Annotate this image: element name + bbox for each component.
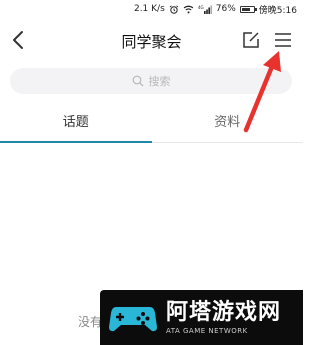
watermark-subtitle: ATA GAME NETWORK — [166, 326, 248, 335]
watermark-text: 阿塔游戏网 ATA GAME NETWORK — [166, 300, 281, 336]
network-type: 4G — [198, 5, 204, 10]
wifi-icon — [183, 5, 194, 14]
menu-icon[interactable] — [273, 30, 293, 50]
search-placeholder: 搜索 — [148, 75, 171, 88]
edit-icon[interactable] — [241, 30, 261, 50]
annotation-arrow-icon — [243, 51, 281, 133]
empty-state-text: 没有 — [78, 315, 103, 329]
watermark-logo: 阿塔游戏网 ATA GAME NETWORK — [100, 290, 303, 345]
battery-percent: 76% — [215, 4, 236, 14]
clock: 傍晚5:16 — [258, 5, 297, 16]
network-speed: 2.1 K/s — [133, 4, 165, 14]
search-icon — [132, 75, 143, 87]
tab-topics[interactable]: 话题 — [0, 108, 152, 143]
battery-icon — [239, 5, 257, 13]
app-screen: 2.1 K/s 4G 76% 傍晚5:16 同学聚会 搜索 话题 资料 没有 阿… — [0, 0, 303, 345]
status-bar: 2.1 K/s 4G 76% 傍晚5:16 — [0, 0, 303, 18]
watermark-title: 阿塔游戏网 — [166, 299, 282, 325]
gamepad-icon — [109, 306, 157, 331]
cellular-signal-icon: 4G — [198, 5, 212, 14]
alarm-icon — [169, 4, 179, 14]
